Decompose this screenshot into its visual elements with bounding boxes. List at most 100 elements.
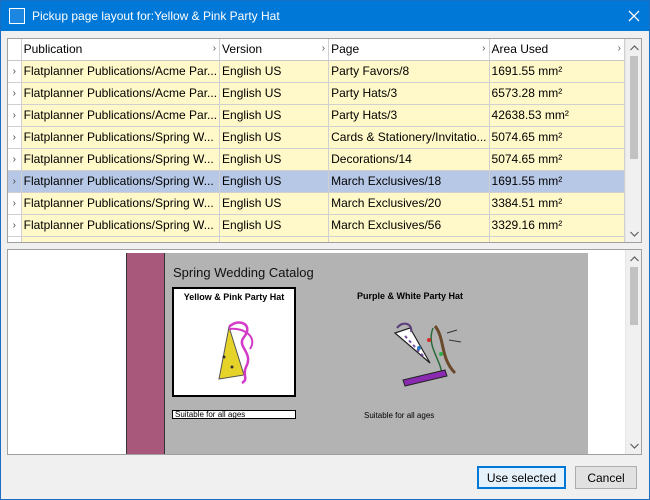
chevron-right-icon[interactable]: › <box>8 60 22 83</box>
table-row[interactable]: › Flatplanner Publications/Spring W... Eng… <box>8 214 625 237</box>
column-header-label: Page <box>331 42 360 57</box>
product-name-purple-white-hat: Purple & White Party Hat <box>357 291 464 301</box>
table-row[interactable]: › Flatplanner Publications/Spring W... Eng… <box>8 126 625 149</box>
chevron-right-icon[interactable]: › <box>8 126 22 149</box>
chevron-right-icon[interactable]: › <box>8 170 22 193</box>
cell-publication[interactable]: Flatplanner Publications/Spring W... <box>21 192 221 215</box>
empty-cell <box>328 236 490 242</box>
cell-area-used[interactable]: 3329.16 mm² <box>489 214 625 237</box>
party-hat-image <box>218 321 254 385</box>
row-selector-header <box>8 39 22 61</box>
cell-version[interactable]: English US <box>219 192 330 215</box>
pickup-dialog: Pickup page layout for:Yellow & Pink Par… <box>0 0 650 500</box>
cell-version[interactable]: English US <box>219 214 330 237</box>
table-row[interactable]: › Flatplanner Publications/Acme Par... Eng… <box>8 104 625 127</box>
table-row[interactable]: › Flatplanner Publications/Acme Par... Eng… <box>8 82 625 105</box>
cell-page[interactable]: March Exclusives/18 <box>328 170 490 193</box>
cell-publication[interactable]: Flatplanner Publications/Spring W... <box>21 126 221 149</box>
preview-scroll-thumb[interactable] <box>630 267 638 325</box>
preview-scroll-down-button[interactable] <box>626 437 641 454</box>
chevron-up-icon <box>629 255 639 261</box>
page-preview: Spring Wedding Catalog Yellow & Pink Par… <box>7 249 642 455</box>
preview-page-title: Spring Wedding Catalog <box>173 265 314 280</box>
column-header-publication[interactable]: Publication › <box>21 39 221 61</box>
table-row[interactable]: › Flatplanner Publications/Spring W... Eng… <box>8 170 625 193</box>
column-chevron-icon: › <box>482 43 486 54</box>
chevron-up-icon <box>629 44 639 50</box>
column-chevron-icon: › <box>617 43 621 54</box>
cell-publication[interactable]: Flatplanner Publications/Acme Par... <box>21 104 221 127</box>
cell-version[interactable]: English US <box>219 60 330 83</box>
grid-scroll-thumb[interactable] <box>630 56 638 159</box>
grid-scrollbar[interactable] <box>625 39 641 242</box>
cell-version[interactable]: English US <box>219 170 330 193</box>
scroll-down-button[interactable] <box>626 225 641 242</box>
chevron-down-icon <box>629 231 639 237</box>
table-row[interactable]: › Flatplanner Publications/Spring W... Eng… <box>8 148 625 171</box>
scroll-up-button[interactable] <box>626 39 641 56</box>
cell-area-used[interactable]: 6573.28 mm² <box>489 82 625 105</box>
header-row: Publication › Version › Page › Area Used › <box>8 39 625 61</box>
app-icon <box>9 8 25 24</box>
cell-publication[interactable]: Flatplanner Publications/Acme Par... <box>21 82 221 105</box>
chevron-down-icon <box>629 443 639 449</box>
party-hat-purple-image[interactable] <box>385 318 475 393</box>
chevron-right-icon[interactable]: › <box>8 148 22 171</box>
product-name: Yellow & Pink Party Hat <box>183 292 285 302</box>
chevron-right-icon[interactable]: › <box>8 104 22 127</box>
cell-version[interactable]: English US <box>219 82 330 105</box>
empty-cell <box>219 236 330 242</box>
preview-scroll-up-button[interactable] <box>626 250 641 267</box>
publication-table: Publication › Version › Page › Area Used › ›… <box>8 39 625 242</box>
column-header-page[interactable]: Page › <box>328 39 490 61</box>
cell-page[interactable]: Party Favors/8 <box>328 60 490 83</box>
close-icon <box>628 10 640 22</box>
product-description-1[interactable]: Suitable for all ages <box>172 410 296 419</box>
cell-publication[interactable]: Flatplanner Publications/Spring W... <box>21 148 221 171</box>
use-selected-button[interactable]: Use selected <box>477 466 566 489</box>
chevron-right-icon[interactable]: › <box>8 192 22 215</box>
column-header-version[interactable]: Version › <box>219 39 330 61</box>
cell-area-used[interactable]: 5074.65 mm² <box>489 148 625 171</box>
window-title: Pickup page layout for:Yellow & Pink Par… <box>32 9 280 23</box>
table-row[interactable]: › Flatplanner Publications/Spring W... Eng… <box>8 192 625 215</box>
cell-publication[interactable]: Flatplanner Publications/Acme Par... <box>21 60 221 83</box>
cell-page[interactable]: Decorations/14 <box>328 148 490 171</box>
chevron-right-icon[interactable]: › <box>8 214 22 237</box>
cell-publication[interactable]: Flatplanner Publications/Spring W... <box>21 214 221 237</box>
title-bar[interactable]: Pickup page layout for:Yellow & Pink Par… <box>1 1 649 31</box>
cell-area-used[interactable]: 3384.51 mm² <box>489 192 625 215</box>
close-button[interactable] <box>619 1 649 31</box>
product-frame-yellow-pink-hat[interactable]: Yellow & Pink Party Hat <box>172 287 296 397</box>
cell-version[interactable]: English US <box>219 126 330 149</box>
cell-version[interactable]: English US <box>219 104 330 127</box>
page-color-band <box>127 253 165 454</box>
cell-publication[interactable]: Flatplanner Publications/Spring W... <box>21 170 221 193</box>
column-header-area-used[interactable]: Area Used › <box>489 39 625 61</box>
column-chevron-icon: › <box>321 43 326 54</box>
column-chevron-icon: › <box>212 43 217 54</box>
cell-page[interactable]: Party Hats/3 <box>328 82 490 105</box>
empty-cell <box>8 236 22 242</box>
column-header-label: Publication <box>23 42 83 57</box>
cell-page[interactable]: March Exclusives/56 <box>328 214 490 237</box>
cell-page[interactable]: Party Hats/3 <box>328 104 490 127</box>
publication-grid: Publication › Version › Page › Area Used › ›… <box>7 38 642 243</box>
preview-page: Spring Wedding Catalog Yellow & Pink Par… <box>126 253 588 454</box>
cell-area-used[interactable]: 42638.53 mm² <box>489 104 625 127</box>
cell-page[interactable]: March Exclusives/20 <box>328 192 490 215</box>
cancel-button[interactable]: Cancel <box>575 466 637 489</box>
cell-area-used[interactable]: 1691.55 mm² <box>489 60 625 83</box>
cell-area-used[interactable]: 1691.55 mm² <box>489 170 625 193</box>
cell-version[interactable]: English US <box>219 148 330 171</box>
empty-cell <box>489 236 625 242</box>
empty-cell <box>21 236 221 242</box>
preview-scrollbar[interactable] <box>625 250 641 454</box>
table-row[interactable]: › Flatplanner Publications/Acme Par... Eng… <box>8 60 625 83</box>
cell-page[interactable]: Cards & Stationery/Invitatio... <box>328 126 490 149</box>
cell-area-used[interactable]: 5074.65 mm² <box>489 126 625 149</box>
column-header-label: Area Used <box>491 42 549 57</box>
chevron-right-icon[interactable]: › <box>8 82 22 105</box>
table-row-partial <box>8 236 625 242</box>
grid-body: › Flatplanner Publications/Acme Par... Eng… <box>8 60 625 242</box>
